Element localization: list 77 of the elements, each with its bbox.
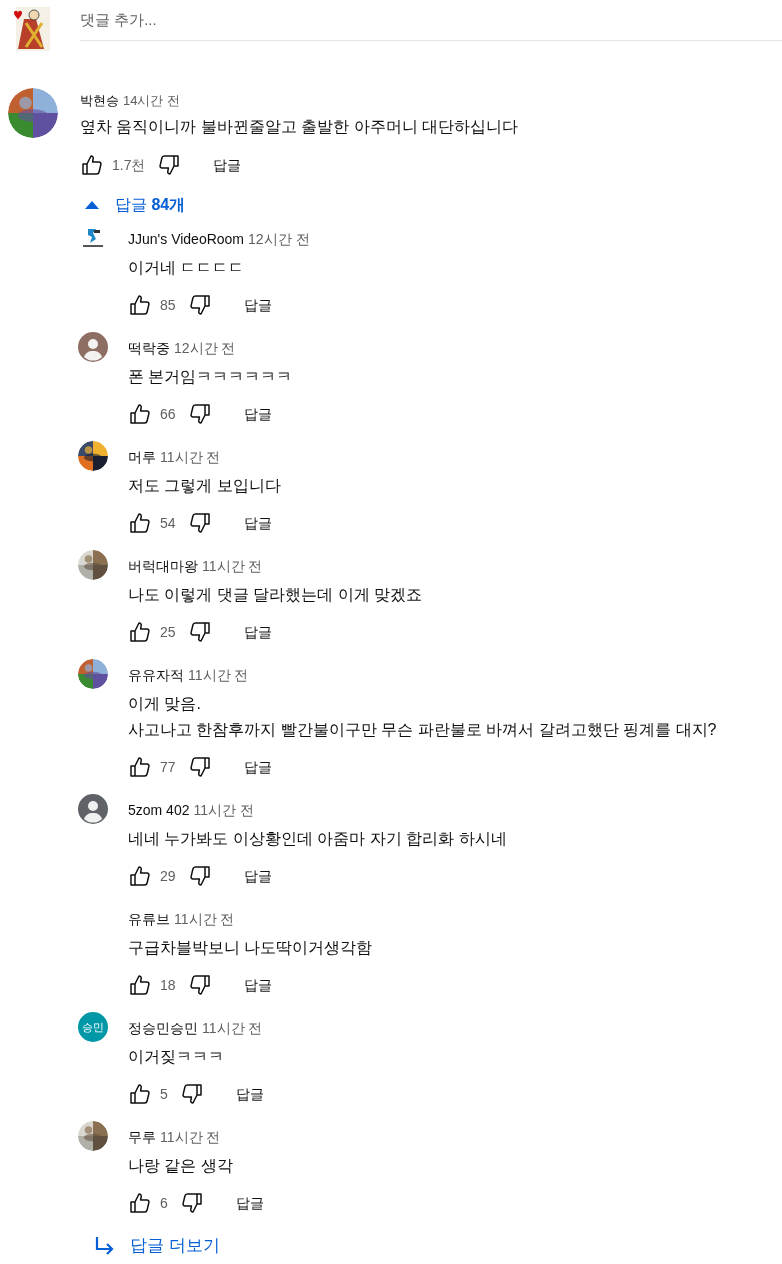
thumbs-up-icon[interactable] [128,864,152,888]
reply-text: 이거네 ㄷㄷㄷㄷ [128,258,246,278]
reply-text: 나도 이렇게 댓글 달라했는데 이게 맞겠죠 [128,585,423,605]
reply-button[interactable]: 답글 [231,616,284,648]
reply-button[interactable]: 답글 [231,751,284,783]
reply-button[interactable]: 답글 [231,860,284,892]
thumbs-up-icon[interactable] [80,153,104,177]
reply-author[interactable]: 떡락중 [128,338,170,359]
thumbs-down-icon[interactable] [187,620,212,644]
thumbs-up-icon[interactable] [128,511,152,535]
thumbs-down-icon[interactable] [187,864,212,888]
reply-time[interactable]: 11시간 전 [193,800,254,821]
reply-time[interactable]: 11시간 전 [160,447,221,468]
thumbs-down-icon[interactable] [187,973,212,997]
comment-input[interactable]: 댓글 추가... [80,5,782,41]
reply-time[interactable]: 11시간 전 [202,1018,263,1039]
caret-up-icon [85,201,99,209]
reply-time[interactable]: 11시간 전 [160,1127,221,1148]
reply-author[interactable]: 머루 [128,447,156,468]
avatar-initials: 승민 [78,1012,108,1042]
thumbs-up-icon[interactable] [128,973,152,997]
reply-author[interactable]: 정승민승민 [128,1018,198,1039]
like-count: 66 [160,404,176,424]
reply-button[interactable]: 답글 [201,149,254,181]
reply-author[interactable]: 유류브 [128,909,170,930]
reply-button[interactable]: 답글 [231,969,284,1001]
playing-card-icon [12,5,52,53]
thumbs-down-icon[interactable] [187,402,212,426]
reply-time[interactable]: 11시간 전 [202,556,263,577]
reply-text: 이게 맞음. [128,694,202,714]
like-count: 1.7천 [112,155,146,175]
thumbs-up-icon[interactable] [128,1082,152,1106]
reply-time[interactable]: 12시간 전 [248,229,310,250]
comment-text: 옆차 움직이니까 불바뀐줄알고 출발한 아주머니 대단하십니다 [80,117,519,137]
thumbs-down-icon[interactable] [157,153,182,177]
reply-button[interactable]: 답글 [231,507,284,539]
thumbs-up-icon[interactable] [128,755,152,779]
reply-author[interactable]: 무루 [128,1127,156,1148]
thumbs-down-icon[interactable] [179,1082,204,1106]
reply-button[interactable]: 답글 [223,1078,276,1110]
thumbs-down-icon[interactable] [187,293,212,317]
comment-time[interactable]: 14시간 전 [123,91,181,111]
like-count: 54 [160,513,176,533]
reply-author[interactable]: 5zom 402 [128,800,190,821]
reply-text: 저도 그렇게 보입니다 [128,476,282,496]
thumbs-up-icon[interactable] [128,1191,152,1215]
replies-toggle[interactable]: 답글 84개 [80,189,186,221]
like-count: 5 [160,1084,168,1104]
thumbs-up-icon[interactable] [128,620,152,644]
reply-button[interactable]: 답글 [231,289,284,321]
reply-time[interactable]: 11시간 전 [174,909,235,930]
reply-text: 네네 누가봐도 이상황인데 아줌마 자기 합리화 하시네 [128,829,507,849]
reply-button[interactable]: 답글 [231,398,284,430]
like-count: 29 [160,866,176,886]
like-count: 6 [160,1193,168,1213]
reply-author[interactable]: 유유자적 [128,665,184,686]
thumbs-up-icon[interactable] [128,402,152,426]
reply-text: 나랑 같은 생각 [128,1156,234,1176]
thumbs-down-icon[interactable] [187,755,212,779]
like-count: 18 [160,975,176,995]
thumbs-up-icon[interactable] [128,293,152,317]
comment-author[interactable]: 박현승 [80,91,119,111]
reply-time[interactable]: 11시간 전 [188,665,249,686]
reply-text: 사고나고 한참후까지 빨간불이구만 무슨 파란불로 바껴서 갈려고했단 핑계를 대지? [128,720,717,740]
thumbs-down-icon[interactable] [179,1191,204,1215]
thumbs-down-icon[interactable] [187,511,212,535]
more-replies-button[interactable]: 답글 더보기 [92,1230,220,1262]
reply-button[interactable]: 답글 [223,1187,276,1219]
reply-text: 이거짖ㅋㅋㅋ [128,1047,225,1067]
like-count: 85 [160,295,176,315]
reply-text: 구급차블박보니 나도딱이거생각함 [128,938,373,958]
reply-author[interactable]: 버럭대마왕 [128,556,198,577]
like-count: 77 [160,757,176,777]
reply-time[interactable]: 12시간 전 [174,338,236,359]
reply-author[interactable]: JJun's VideoRoom [128,229,245,250]
reply-text: 폰 본거임ㅋㅋㅋㅋㅋㅋ [128,367,293,387]
like-count: 25 [160,622,176,642]
